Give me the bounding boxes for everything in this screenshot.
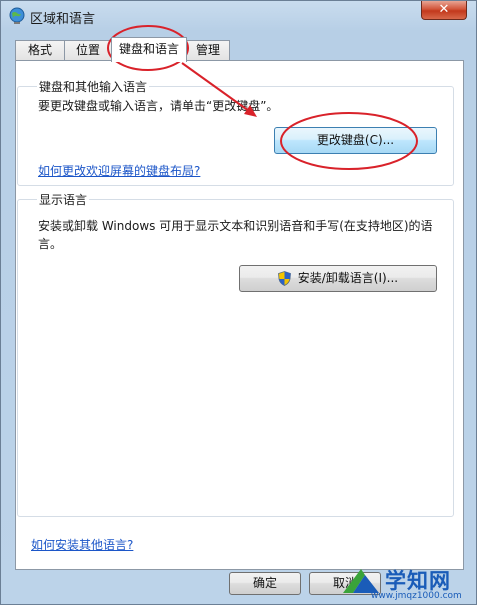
tab-administrative[interactable]: 管理 (186, 40, 230, 60)
watermark-url: www.jmqz1000.com (371, 591, 462, 601)
tab-format[interactable]: 格式 (15, 40, 65, 60)
dialog-window: 区域和语言 ✕ 格式 位置 键盘和语言 管理 键盘和其他输入语言 要更改键盘或输… (0, 0, 477, 605)
install-uninstall-languages-button[interactable]: 安装/卸载语言(I)... (239, 265, 437, 292)
window-title: 区域和语言 (30, 12, 96, 27)
uac-shield-icon (277, 271, 291, 286)
change-keyboards-button[interactable]: 更改键盘(C)... (274, 127, 437, 154)
display-language-title: 显示语言 (37, 191, 90, 208)
tab-location[interactable]: 位置 (64, 40, 112, 60)
tab-keyboards-languages[interactable]: 键盘和语言 (111, 37, 187, 62)
keyboard-description: 要更改键盘或输入语言，请单击“更改键盘”。 (38, 99, 279, 113)
keyboard-group-title: 键盘和其他输入语言 (37, 78, 150, 95)
display-language-description: 安装或卸载 Windows 可用于显示文本和识别语音和手写(在支持地区)的语 (38, 219, 433, 233)
site-watermark: 学知网 www.jmqz1000.com (339, 561, 475, 604)
welcome-screen-keyboard-link[interactable]: 如何更改欢迎屏幕的键盘布局? (38, 162, 200, 179)
display-language-group (17, 199, 454, 517)
close-icon: ✕ (438, 2, 450, 17)
install-other-languages-link[interactable]: 如何安装其他语言? (31, 536, 133, 553)
title-bar[interactable]: 区域和语言 ✕ (1, 1, 476, 31)
ok-button[interactable]: 确定 (229, 572, 301, 595)
close-button[interactable]: ✕ (421, 1, 467, 20)
display-language-description-cont: 言。 (38, 237, 63, 251)
globe-icon (9, 7, 25, 24)
